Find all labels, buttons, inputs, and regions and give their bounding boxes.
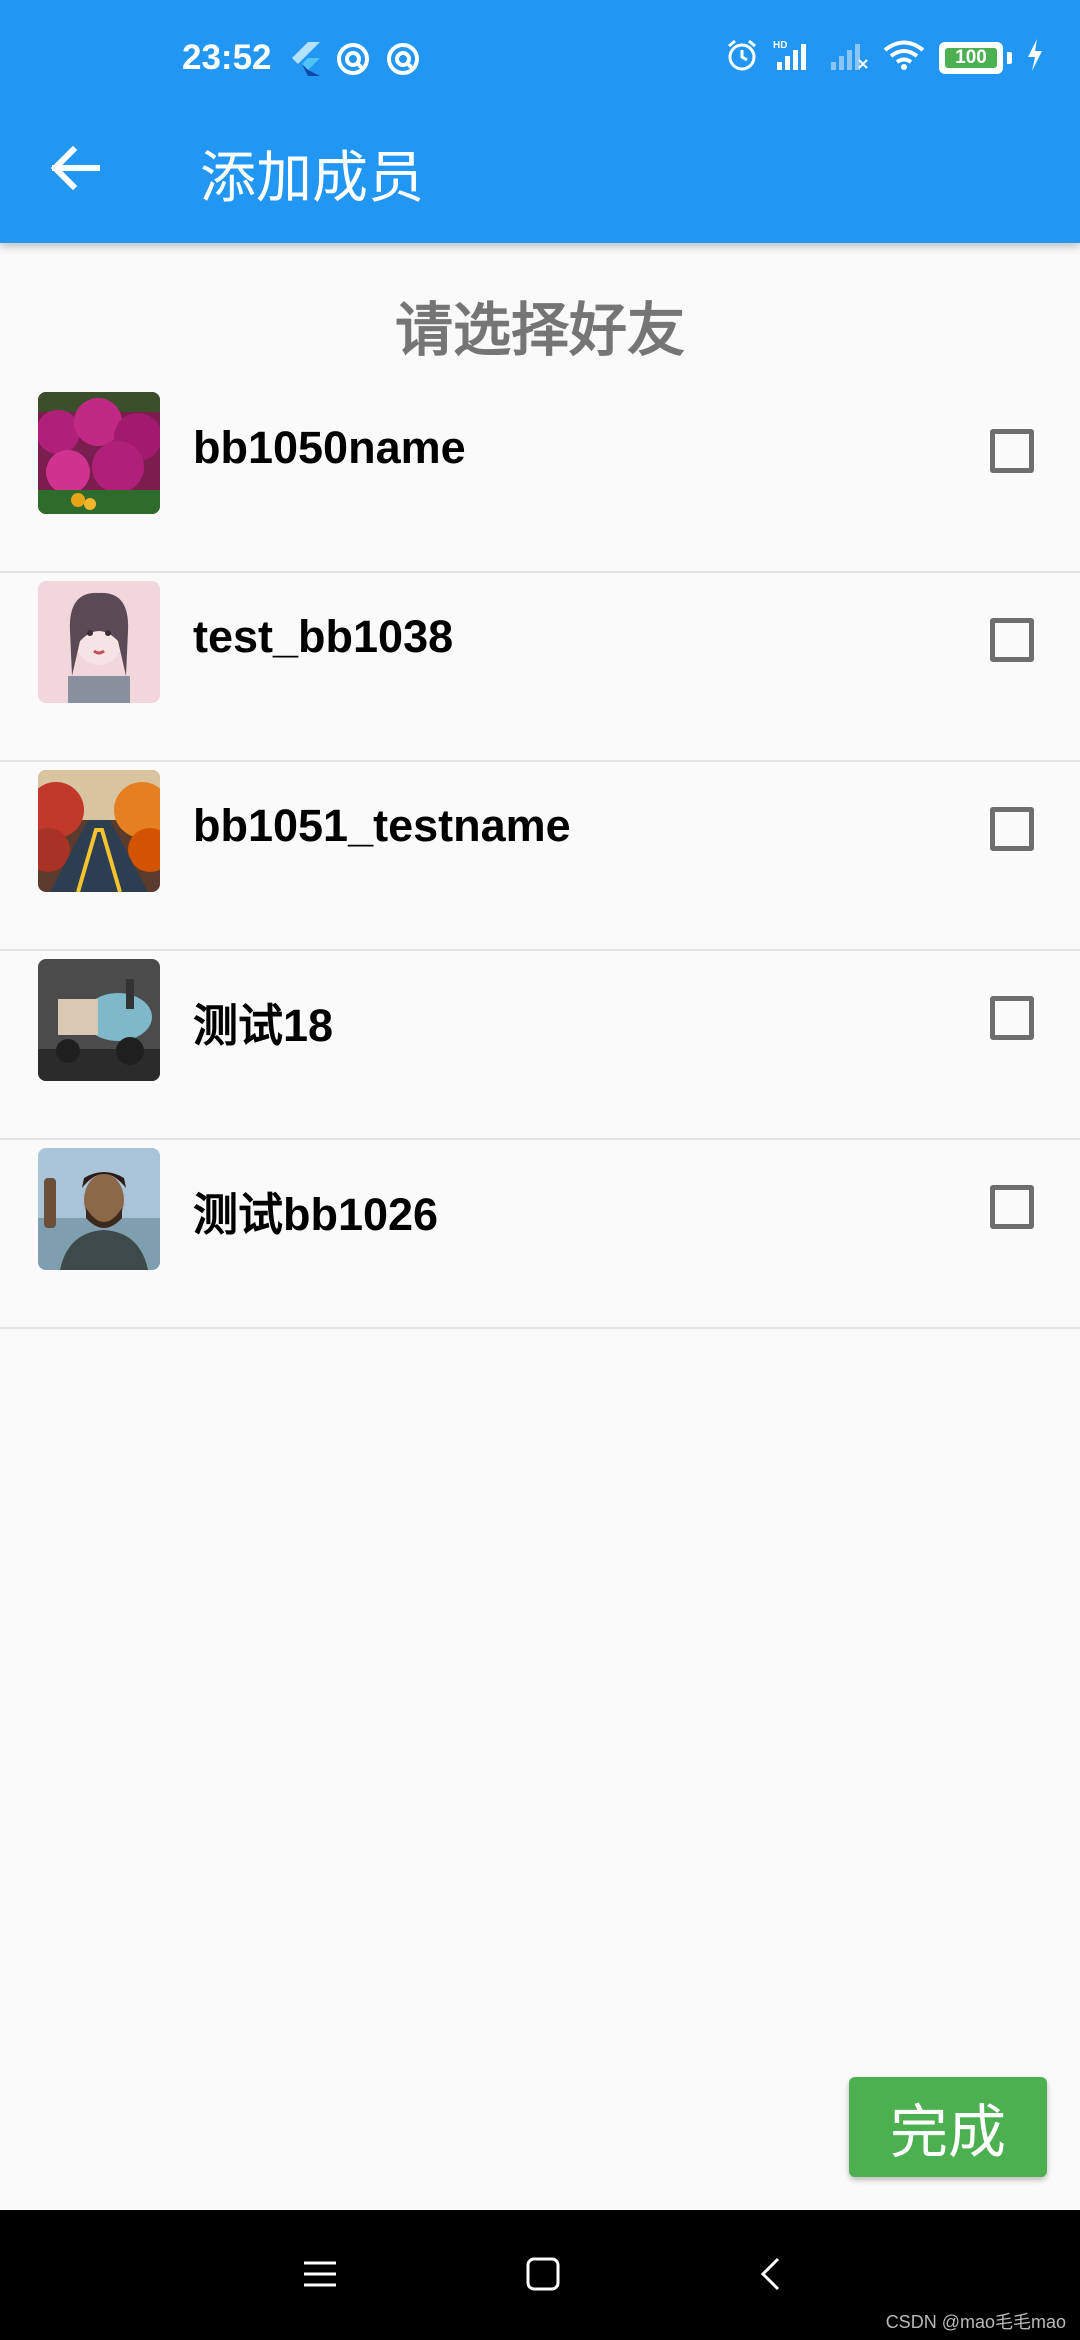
- friend-checkbox[interactable]: [990, 807, 1034, 851]
- system-nav-bar: CSDN @mao毛毛mao: [0, 2210, 1080, 2340]
- friend-row[interactable]: 测试18: [0, 951, 1080, 1140]
- battery-tip: [1007, 51, 1012, 64]
- signal-empty-icon: [829, 38, 869, 77]
- friend-checkbox[interactable]: [990, 618, 1034, 662]
- avatar: [38, 1148, 160, 1270]
- page-title: 添加成员: [200, 146, 424, 209]
- avatar: [38, 770, 160, 892]
- home-button[interactable]: [513, 2246, 573, 2306]
- friend-name: 测试18: [193, 1000, 334, 1051]
- friend-row[interactable]: 测试bb1026: [0, 1140, 1080, 1329]
- menu-icon: [302, 2259, 338, 2294]
- arrow-left-icon: [50, 145, 101, 195]
- friend-checkbox[interactable]: [990, 1185, 1034, 1229]
- friend-name: bb1051_testname: [193, 800, 571, 851]
- wifi-icon: [883, 39, 925, 76]
- charging-icon: [1026, 39, 1044, 76]
- friend-checkbox[interactable]: [990, 996, 1034, 1040]
- app-notification-icon: [386, 42, 420, 81]
- select-friends-heading: 请选择好友: [394, 298, 685, 363]
- friend-name: 测试bb1026: [193, 1189, 439, 1240]
- friend-row[interactable]: bb1050name: [0, 384, 1080, 573]
- friend-name: bb1050name: [193, 422, 466, 473]
- friend-name: test_bb1038: [193, 611, 454, 662]
- battery-level: 100: [955, 46, 987, 68]
- status-right-icons: HD 100: [725, 38, 1044, 77]
- signal-hd-icon: HD: [773, 38, 815, 77]
- done-button[interactable]: 完成: [849, 2077, 1047, 2177]
- friend-row[interactable]: bb1051_testname: [0, 762, 1080, 951]
- avatar: [38, 392, 160, 514]
- avatar: [38, 959, 160, 1081]
- back-chevron-icon: [758, 2256, 782, 2297]
- menu-button[interactable]: [290, 2246, 350, 2306]
- flutter-icon: [290, 42, 320, 81]
- home-square-icon: [525, 2256, 561, 2297]
- app-notification-icon: [336, 42, 370, 81]
- back-button[interactable]: [36, 130, 116, 210]
- avatar: [38, 581, 160, 703]
- nav-back-button[interactable]: [740, 2246, 800, 2306]
- status-left-icons: [290, 42, 420, 81]
- svg-text:HD: HD: [773, 40, 787, 51]
- alarm-icon: [725, 38, 759, 77]
- friend-list: bb1050name test_bb1038 bb1051_testname 测…: [0, 384, 1080, 1329]
- battery-icon: 100: [939, 41, 1003, 74]
- friend-checkbox[interactable]: [990, 429, 1034, 473]
- watermark: CSDN @mao毛毛mao: [885, 2312, 1066, 2332]
- app-bar: 23:52 HD 100 添加成员: [0, 0, 1080, 243]
- friend-row[interactable]: test_bb1038: [0, 573, 1080, 762]
- status-time: 23:52: [182, 38, 272, 77]
